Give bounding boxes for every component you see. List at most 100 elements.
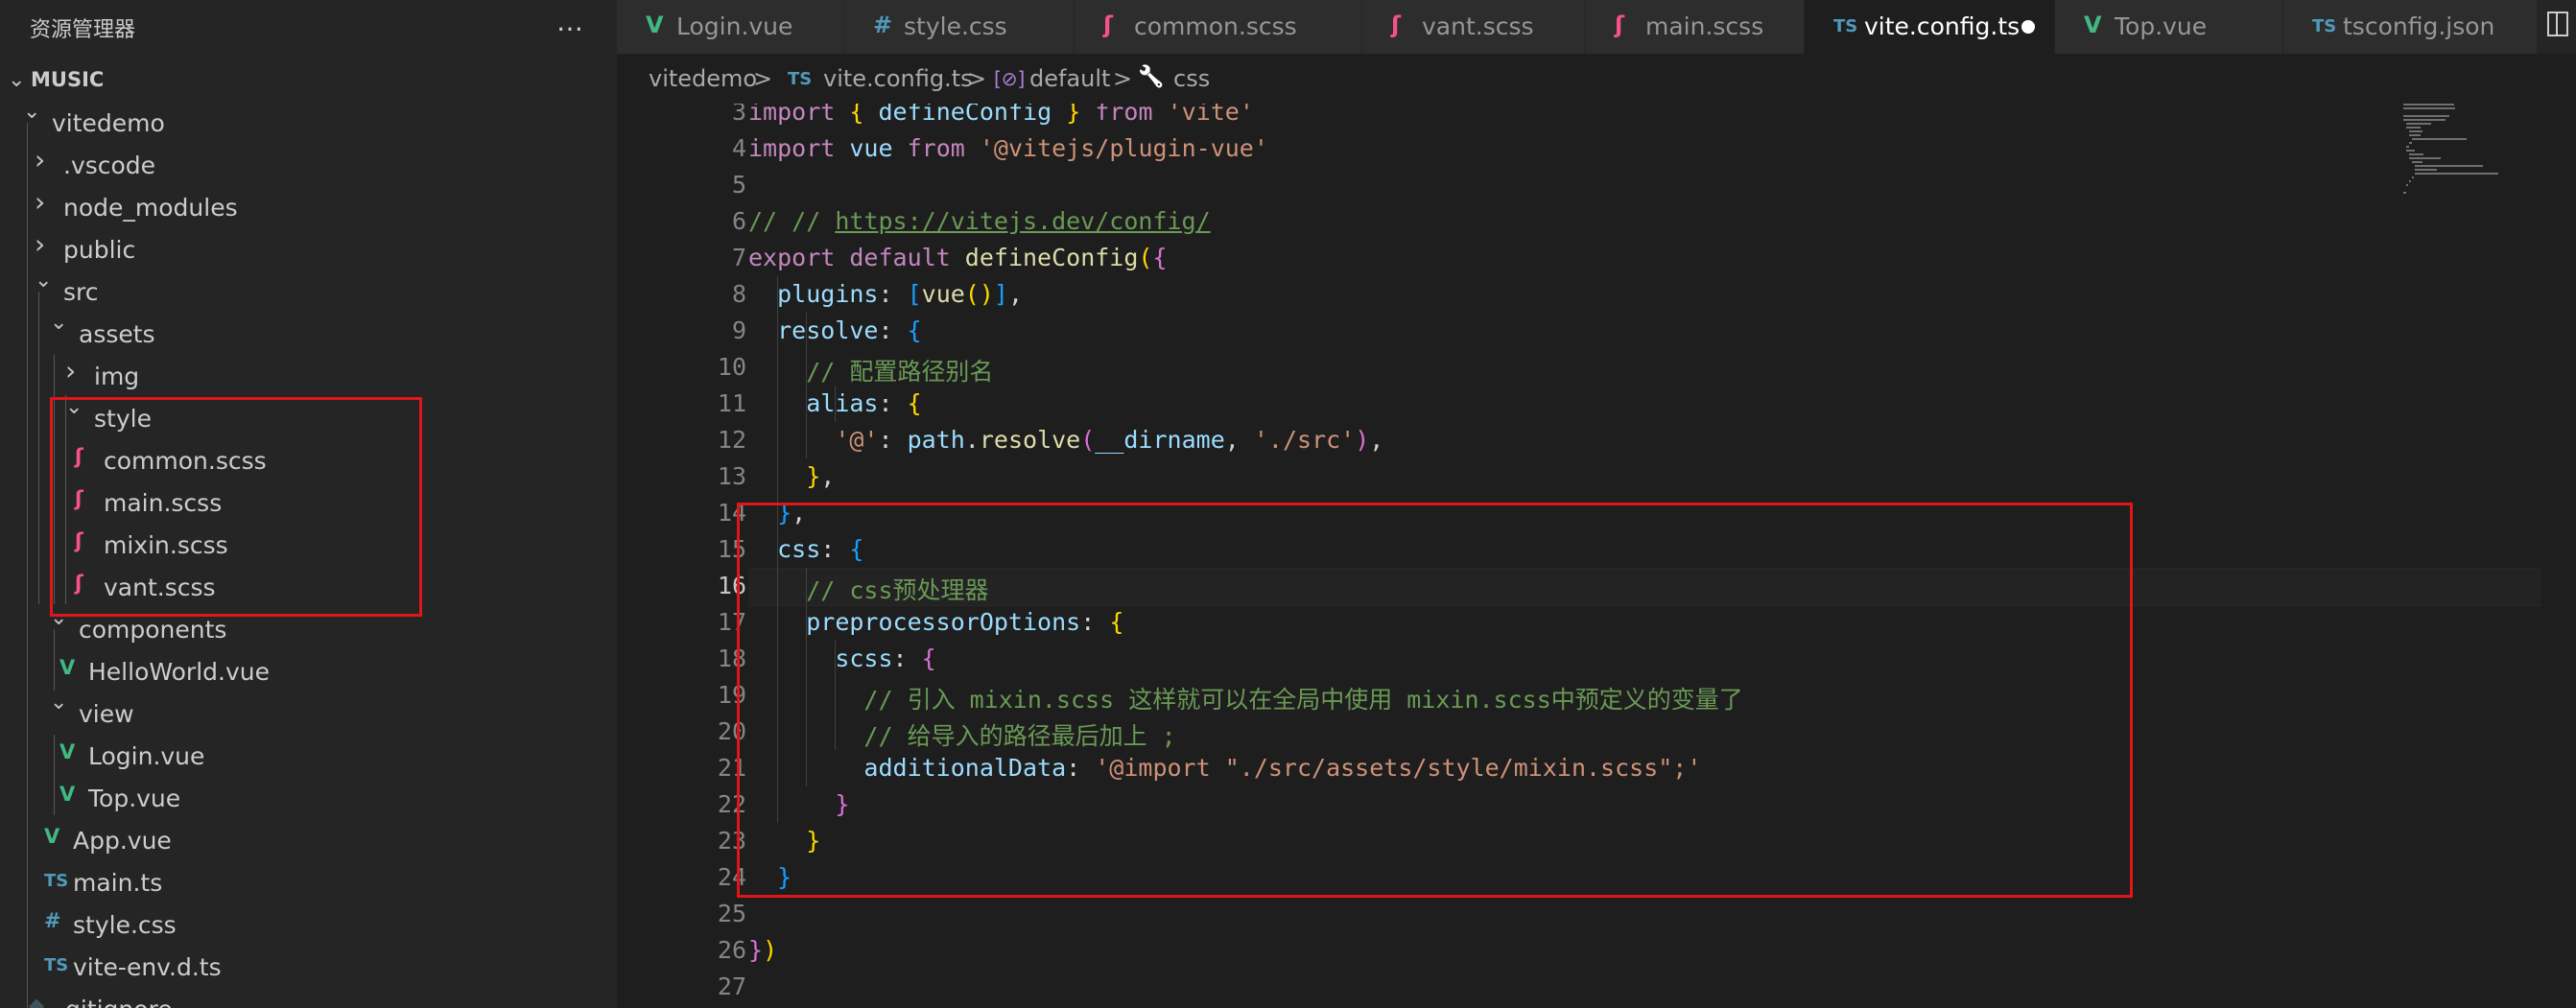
tree-item-label: main.scss <box>104 489 223 517</box>
tree-folder[interactable]: › img <box>0 355 617 397</box>
vue-file-icon: V <box>2084 12 2102 38</box>
minimap-line <box>2409 130 2422 132</box>
tab-label: tsconfig.json <box>2343 12 2495 40</box>
chevron-down-icon: ⌄ <box>65 395 83 419</box>
tab-tsconfig-json[interactable]: TS tsconfig.json <box>2283 0 2538 54</box>
scss-file-icon: ʃ <box>75 572 83 595</box>
line-number: 20 <box>717 717 746 745</box>
line-number: 11 <box>717 389 746 417</box>
scss-file-icon: ʃ <box>1615 12 1624 38</box>
tree-file[interactable]: V Login.vue <box>0 735 617 777</box>
tab-login-vue[interactable]: V Login.vue <box>617 0 844 54</box>
wrench-icon: 🔧 <box>1138 65 1165 89</box>
tab-style-css[interactable]: # style.css <box>844 0 1075 54</box>
minimap-line <box>2415 165 2483 167</box>
breadcrumb-symbol[interactable]: default <box>1029 65 1110 92</box>
tree-folder[interactable]: ⌄ src <box>0 269 617 313</box>
breadcrumb-separator: > <box>753 65 773 92</box>
tree-file[interactable]: ʃ main.scss <box>0 481 617 524</box>
tree-folder[interactable]: ⌄ components <box>0 606 617 650</box>
tree-file[interactable]: V HelloWorld.vue <box>0 650 617 692</box>
tree-file[interactable]: ʃ vant.scss <box>0 566 617 608</box>
chevron-down-icon: ⌄ <box>50 311 68 335</box>
code-line[interactable]: }, <box>748 499 806 527</box>
line-number: 15 <box>717 535 746 563</box>
code-line[interactable]: // 引入 mixin.scss 这样就可以在全局中使用 mixin.scss中… <box>748 681 1742 715</box>
code-line[interactable]: import vue from '@vitejs/plugin-vue' <box>748 134 1268 162</box>
tab-common-scss[interactable]: ʃ common.scss <box>1075 0 1362 54</box>
tree-file[interactable]: # style.css <box>0 903 617 946</box>
code-line[interactable]: plugins: [vue()], <box>748 280 1023 308</box>
breadcrumb-separator: > <box>1113 65 1133 92</box>
tab-main-scss[interactable]: ʃ main.scss <box>1586 0 1805 54</box>
code-line[interactable]: } <box>748 827 820 855</box>
tree-file[interactable]: TS main.ts <box>0 861 617 903</box>
line-number: 4 <box>731 134 746 162</box>
code-line[interactable]: additionalData: '@import "./src/assets/s… <box>748 754 1701 782</box>
minimap[interactable] <box>2403 104 2576 219</box>
chevron-down-icon: ⌄ <box>50 691 68 715</box>
tree-file[interactable]: ◆ .gitignore <box>0 988 617 1008</box>
tab-top-vue[interactable]: V Top.vue <box>2055 0 2283 54</box>
tree-file[interactable]: V App.vue <box>0 819 617 861</box>
code-line[interactable]: // 给导入的路径最后加上 ; <box>748 717 1175 752</box>
scss-file-icon: ʃ <box>75 529 83 552</box>
breadcrumb-folder[interactable]: vitedemo <box>649 65 757 92</box>
code-line[interactable]: alias: { <box>748 389 921 417</box>
tree-folder[interactable]: ⌄ vitedemo <box>0 100 617 144</box>
code-line[interactable]: scss: { <box>748 645 935 672</box>
tree-folder[interactable]: ⌄ assets <box>0 311 617 355</box>
tab-label: main.scss <box>1645 12 1764 40</box>
code-line[interactable]: resolve: { <box>748 316 922 344</box>
code-line[interactable]: } <box>748 790 849 818</box>
tree-item-label: mixin.scss <box>104 531 228 559</box>
tree-item-label: common.scss <box>104 447 267 475</box>
tree-item-label: style <box>94 405 152 433</box>
tree-file[interactable]: V Top.vue <box>0 777 617 819</box>
code-line[interactable]: export default defineConfig({ <box>748 244 1168 271</box>
line-number: 25 <box>717 900 746 927</box>
minimap-line <box>2409 157 2441 159</box>
scss-file-icon: ʃ <box>1391 12 1401 38</box>
tree-item-label: Top.vue <box>88 785 181 812</box>
split-editor-icon[interactable] <box>2547 12 2568 36</box>
tree-file[interactable]: ʃ mixin.scss <box>0 524 617 566</box>
code-line[interactable]: // // https://vitejs.dev/config/ <box>748 207 1211 235</box>
breadcrumb-file[interactable]: vite.config.ts <box>823 65 973 92</box>
line-number: 12 <box>717 426 746 454</box>
tab-vite-config-ts[interactable]: TS vite.config.ts <box>1805 0 2055 54</box>
tree-file[interactable]: TS vite-env.d.ts <box>0 946 617 988</box>
vue-file-icon: V <box>59 783 76 806</box>
tree-file[interactable]: ʃ common.scss <box>0 439 617 481</box>
tree-folder[interactable]: › node_modules <box>0 186 617 228</box>
tree-item-label: Login.vue <box>88 742 205 770</box>
tree-item-label: vitedemo <box>52 109 165 137</box>
code-line[interactable]: import { defineConfig } from 'vite' <box>748 104 1254 126</box>
code-line[interactable]: css: { <box>748 535 863 563</box>
code-editor[interactable]: 3 import { defineConfig } from 'vite' 4 imp… <box>617 104 2576 1008</box>
unsaved-dot-icon[interactable] <box>2021 20 2035 34</box>
tab-label: vite.config.ts <box>1864 12 2021 40</box>
breadcrumb-property[interactable]: css <box>1173 65 1210 92</box>
tab-vant-scss[interactable]: ʃ vant.scss <box>1362 0 1586 54</box>
workspace-root[interactable]: ⌄ MUSIC <box>0 64 617 97</box>
tree-folder[interactable]: ⌄ style <box>0 395 617 439</box>
code-line[interactable]: }) <box>748 936 777 964</box>
code-line[interactable]: // 配置路径别名 <box>748 353 993 387</box>
code-line[interactable]: // css预处理器 <box>748 572 988 606</box>
current-line-highlight <box>748 568 2541 606</box>
tree-folder[interactable]: › .vscode <box>0 144 617 186</box>
code-line[interactable]: } <box>748 863 792 891</box>
tree-indent-guide <box>38 292 39 604</box>
code-line[interactable]: preprocessorOptions: { <box>748 608 1123 636</box>
code-line[interactable]: }, <box>748 462 835 490</box>
code-line[interactable]: '@': path.resolve(__dirname, './src'), <box>748 426 1383 454</box>
minimap-line <box>2406 184 2408 186</box>
tree-folder[interactable]: ⌄ view <box>0 691 617 735</box>
breadcrumb-separator: > <box>967 65 987 92</box>
tree-folder[interactable]: › public <box>0 228 617 270</box>
vertical-scrollbar[interactable] <box>2564 104 2576 1008</box>
tree-item-label: view <box>79 700 134 728</box>
more-actions-icon[interactable]: … <box>556 6 584 37</box>
tab-label: Top.vue <box>2115 12 2208 40</box>
